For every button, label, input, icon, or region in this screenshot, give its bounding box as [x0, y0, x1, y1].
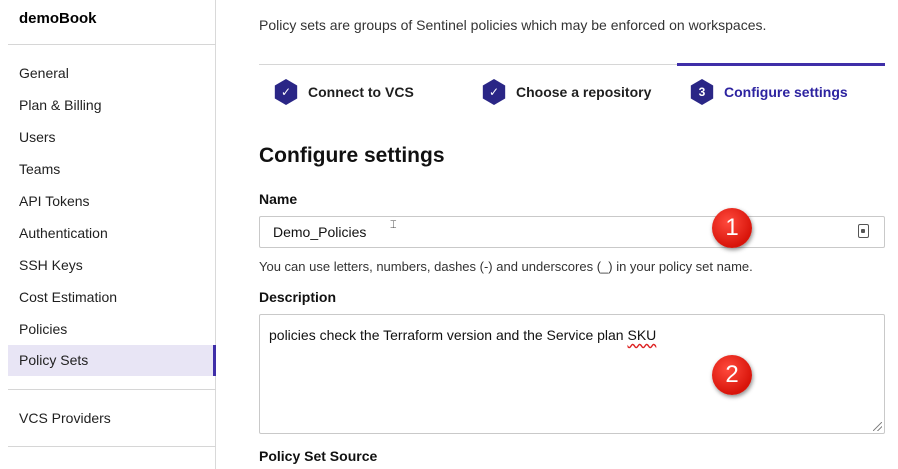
step-label: Choose a repository — [516, 84, 652, 100]
step-label: Connect to VCS — [308, 84, 414, 100]
step-connect-to-vcs[interactable]: ✓ Connect to VCS — [273, 79, 414, 105]
sidebar-item-users[interactable]: Users — [8, 122, 216, 153]
sidebar-item-ssh-keys[interactable]: SSH Keys — [8, 250, 216, 281]
name-input[interactable]: Demo_Policies — [259, 216, 885, 248]
org-name: demoBook — [19, 10, 97, 27]
settings-sidebar: demoBook General Plan & Billing Users Te… — [0, 0, 216, 469]
section-title: Configure settings — [259, 144, 445, 167]
sidebar-item-authentication[interactable]: Authentication — [8, 218, 216, 249]
sidebar-item-policies[interactable]: Policies — [8, 314, 216, 345]
sidebar-divider — [8, 44, 216, 45]
step-configure-settings[interactable]: 3 Configure settings — [689, 79, 848, 105]
sidebar-item-vcs-providers[interactable]: VCS Providers — [8, 403, 216, 434]
sidebar-item-general[interactable]: General — [8, 58, 216, 89]
resize-handle-icon[interactable] — [873, 422, 882, 431]
sidebar-item-policy-sets[interactable]: Policy Sets — [8, 345, 216, 376]
active-step-indicator — [677, 63, 885, 66]
name-help-text: You can use letters, numbers, dashes (-)… — [259, 259, 753, 274]
sidebar-item-api-tokens[interactable]: API Tokens — [8, 186, 216, 217]
page-intro: Policy sets are groups of Sentinel polic… — [259, 17, 767, 33]
sidebar-divider — [8, 389, 216, 390]
annotation-badge-1: 1 — [712, 208, 752, 248]
step-label: Configure settings — [724, 84, 848, 100]
text-cursor-icon: ⌶ — [390, 219, 397, 231]
description-text: policies check the Terraform version and… — [269, 327, 628, 343]
sidebar-item-teams[interactable]: Teams — [8, 154, 216, 185]
sidebar-item-cost-estimation[interactable]: Cost Estimation — [8, 282, 216, 313]
step-number-icon: 3 — [690, 79, 714, 105]
annotation-badge-2: 2 — [712, 355, 752, 395]
description-label: Description — [259, 289, 337, 305]
checkmark-icon: ✓ — [274, 79, 298, 105]
description-textarea[interactable]: policies check the Terraform version and… — [259, 314, 885, 434]
sidebar-item-plan-billing[interactable]: Plan & Billing — [8, 90, 216, 121]
policy-set-source-label: Policy Set Source — [259, 448, 378, 464]
step-choose-repository[interactable]: ✓ Choose a repository — [481, 79, 651, 105]
name-label: Name — [259, 191, 298, 207]
checkmark-icon: ✓ — [482, 79, 506, 105]
spellcheck-flagged-word: SKU — [627, 327, 657, 343]
password-manager-icon[interactable] — [858, 224, 869, 238]
sidebar-divider — [8, 446, 216, 447]
